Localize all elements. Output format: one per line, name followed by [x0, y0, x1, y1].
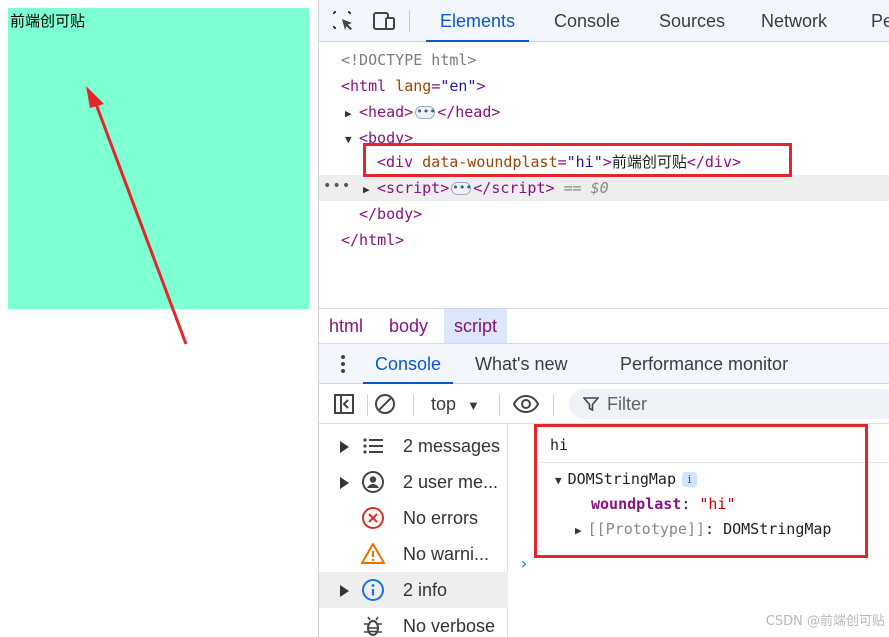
breadcrumb-html[interactable]: html — [319, 309, 373, 343]
toolbar-separator — [413, 394, 414, 416]
user-icon — [362, 471, 384, 493]
sidebar-item-label: 2 user me... — [403, 472, 499, 492]
sidebar-toggle-icon[interactable] — [332, 392, 356, 416]
collapse-triangle-icon[interactable]: ▼ — [345, 127, 359, 153]
bug-icon — [364, 616, 382, 636]
context-value: top — [431, 394, 457, 414]
sidebar-item-label: No warni... — [403, 544, 490, 564]
sidebar-item-user-messages[interactable]: 2 user me... — [319, 464, 508, 500]
dom-script-node[interactable]: ▶ <script> •••</script> == $0 — [363, 175, 609, 201]
collapsed-content-icon[interactable]: ••• — [451, 182, 472, 195]
sidebar-item-label: No errors — [403, 508, 479, 528]
doctype-text: <!DOCTYPE html> — [341, 51, 477, 69]
sidebar-item-verbose[interactable]: No verbose — [319, 608, 508, 637]
drawer-tabbar: Console What's new Performance monitor — [319, 344, 889, 384]
sidebar-item-errors[interactable]: No errors — [319, 500, 508, 536]
filter-icon — [583, 397, 599, 412]
node-actions-dots[interactable]: ••• — [323, 175, 351, 201]
tab-divider — [409, 10, 410, 32]
collapsed-content-icon[interactable]: ••• — [415, 106, 436, 119]
preview-div-text: 前端创可贴 — [10, 12, 86, 30]
device-toolbar-icon[interactable] — [371, 9, 397, 33]
script-tag-name: script — [386, 179, 441, 197]
live-expression-eye-icon[interactable] — [512, 392, 540, 416]
head-close-tag-name: head — [455, 103, 492, 121]
html-attr-value: "en" — [440, 77, 477, 95]
html-close-text: </html> — [341, 231, 405, 249]
list-icon — [363, 438, 383, 454]
filter-input[interactable]: Filter — [569, 389, 889, 419]
breadcrumb: html body script — [319, 308, 889, 344]
warning-icon — [361, 543, 385, 564]
toolbar-separator — [553, 394, 554, 416]
html-attr-name: lang — [395, 77, 432, 95]
drawer-tab-whats-new[interactable]: What's new — [475, 344, 567, 384]
tab-sources[interactable]: Sources — [659, 0, 725, 42]
devtools-main-tabbar: Elements Console Sources Network Pe — [319, 0, 889, 42]
tab-performance-truncated[interactable]: Pe — [871, 0, 889, 42]
dom-html-open[interactable]: <html lang="en"> — [341, 73, 486, 99]
toolbar-separator — [499, 394, 500, 416]
console-prompt-icon[interactable]: › — [519, 554, 529, 573]
chevron-down-icon: ▼ — [467, 398, 480, 413]
head-tag-name: head — [368, 103, 405, 121]
html-tag-name: html — [350, 77, 387, 95]
sidebar-item-warnings[interactable]: No warni... — [319, 536, 508, 572]
dom-head[interactable]: ▶ <head> •••</head> — [345, 99, 500, 125]
sidebar-item-messages[interactable]: 2 messages — [319, 428, 508, 464]
tab-network[interactable]: Network — [761, 0, 827, 42]
console-sidebar: 2 messages 2 user me... No errors No war… — [319, 424, 508, 637]
dom-tree: ••• <!DOCTYPE html> <html lang="en"> ▶ <h… — [319, 43, 889, 308]
selected-node-marker: == $0 — [563, 179, 609, 197]
expand-triangle-icon[interactable] — [340, 477, 349, 489]
tab-console[interactable]: Console — [554, 0, 620, 42]
more-options-icon[interactable] — [337, 352, 349, 376]
expand-triangle-icon[interactable]: ▶ — [363, 177, 377, 203]
dom-body-close[interactable]: </body> — [359, 201, 422, 227]
annotation-highlight-box — [534, 424, 868, 558]
inspect-element-icon[interactable] — [331, 9, 357, 33]
console-toolbar: top ▼ Filter — [319, 384, 889, 424]
sidebar-item-label: 2 info — [403, 580, 448, 600]
sidebar-item-info[interactable]: 2 info — [319, 572, 508, 608]
body-close-text: </body> — [359, 205, 423, 223]
context-selector[interactable]: top ▼ — [431, 384, 480, 424]
error-icon — [362, 507, 384, 529]
sidebar-item-label: 2 messages — [403, 436, 501, 456]
dom-html-close[interactable]: </html> — [341, 227, 404, 253]
tab-elements[interactable]: Elements — [425, 0, 530, 42]
watermark: CSDN @前端创可贴 — [765, 614, 885, 629]
drawer-tab-console[interactable]: Console — [362, 344, 454, 384]
annotation-highlight-box — [363, 143, 792, 177]
dom-doctype[interactable]: <!DOCTYPE html> — [341, 47, 476, 73]
clear-console-icon[interactable] — [373, 392, 397, 416]
toolbar-separator — [367, 394, 368, 416]
sidebar-item-label: No verbose — [403, 616, 496, 636]
expand-triangle-icon[interactable] — [340, 441, 349, 453]
page-preview: 前端创可贴 — [8, 8, 309, 309]
expand-triangle-icon[interactable] — [340, 585, 349, 597]
drawer-tab-performance-monitor[interactable]: Performance monitor — [620, 344, 788, 384]
breadcrumb-body[interactable]: body — [379, 309, 438, 343]
expand-triangle-icon[interactable]: ▶ — [345, 101, 359, 127]
script-close-tag-name: script — [491, 179, 546, 197]
breadcrumb-script[interactable]: script — [444, 309, 508, 343]
filter-placeholder: Filter — [607, 394, 647, 414]
info-icon — [362, 579, 384, 601]
